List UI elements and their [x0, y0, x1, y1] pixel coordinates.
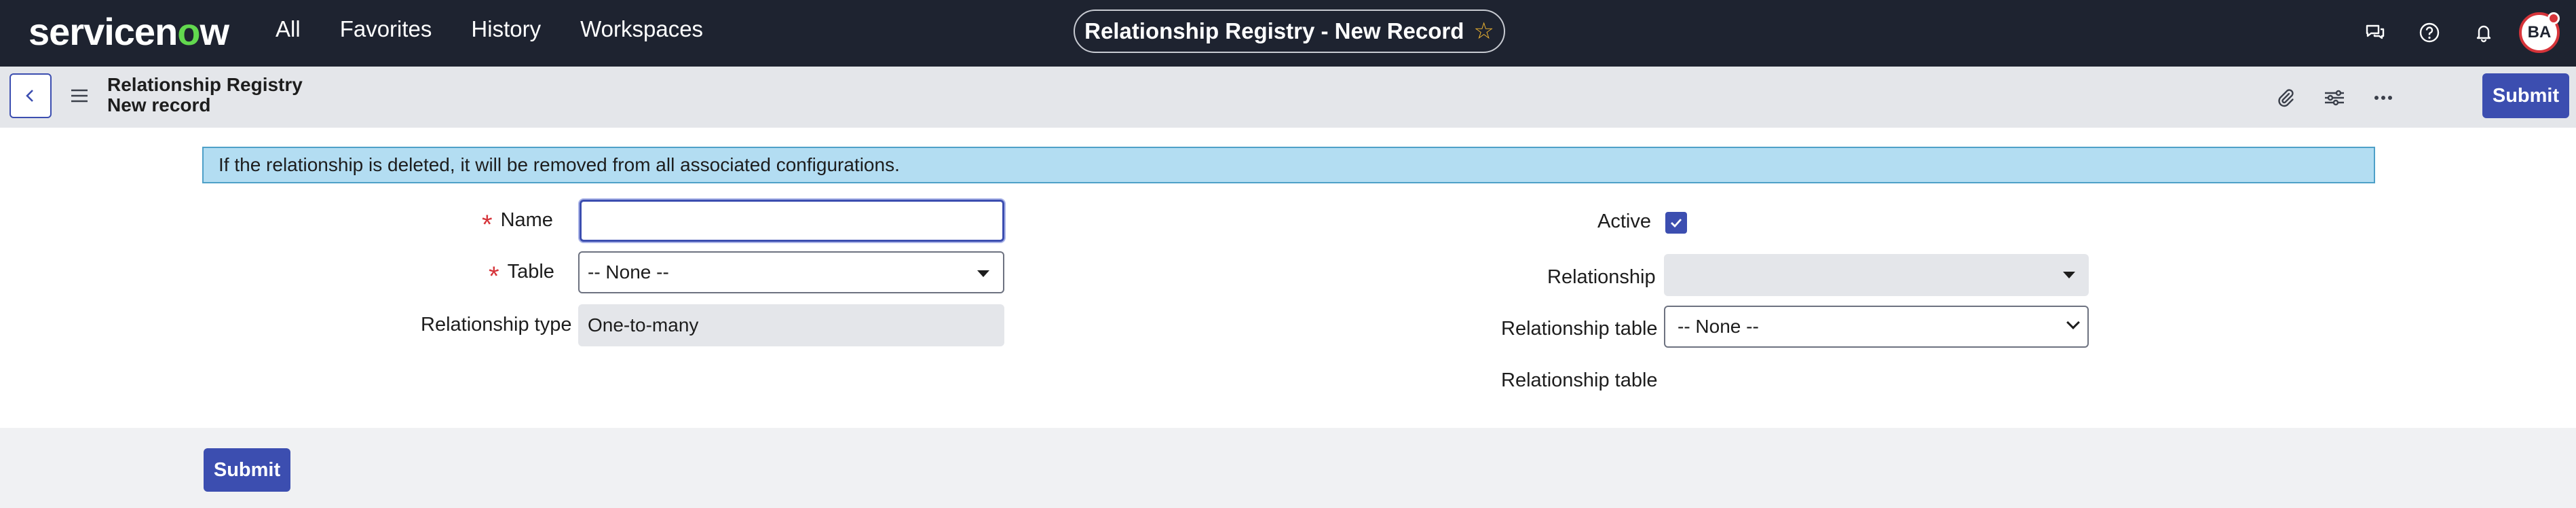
relationship-table-label-row: Relationship table [1501, 318, 1658, 340]
help-icon[interactable] [2410, 14, 2448, 52]
relationship-type-label: Relationship type [421, 314, 572, 335]
attachment-icon[interactable] [2269, 81, 2302, 114]
favorite-star-icon[interactable]: ☆ [1473, 18, 1494, 45]
record-title-pill[interactable]: Relationship Registry - New Record ☆ [1074, 10, 1505, 53]
relationship-select[interactable] [1664, 254, 2089, 296]
bell-icon[interactable] [2465, 14, 2503, 52]
nav-workspaces[interactable]: Workspaces [580, 16, 703, 42]
caret-down-icon [2063, 272, 2075, 278]
top-icons: BA [2356, 12, 2576, 53]
form-title: Relationship Registry New record [107, 75, 303, 115]
form-header-icons [2253, 81, 2400, 114]
window-title: Relationship Registry - New Record [1084, 18, 1464, 43]
back-button[interactable] [10, 73, 52, 118]
relationship-table-label-row-2: Relationship table [1501, 369, 1658, 392]
relationship-table-select-value: -- None -- [1678, 316, 1759, 337]
user-avatar[interactable]: BA [2519, 12, 2560, 53]
relationship-table-select[interactable]: -- None -- [1664, 306, 2089, 348]
nav-history[interactable]: History [471, 16, 541, 42]
active-label-row: Active [1597, 211, 1651, 233]
header-submit-button[interactable]: Submit [2482, 73, 2569, 118]
active-label: Active [1597, 211, 1651, 232]
relationship-type-label-row: Relationship type [421, 314, 571, 336]
required-asterisk-icon: * [489, 261, 499, 291]
presence-dot [2547, 12, 2560, 24]
relationship-type-value: One-to-many [588, 314, 699, 335]
chevron-down-icon [2066, 316, 2080, 329]
required-asterisk-icon: * [482, 209, 493, 240]
more-icon[interactable] [2367, 81, 2400, 114]
table-label-row: * Table [489, 261, 554, 291]
record-form: If the relationship is deleted, it will … [0, 128, 2576, 428]
footer-submit-button[interactable]: Submit [204, 448, 290, 492]
form-header: Relationship Registry New record Submit [0, 67, 2576, 128]
menu-icon[interactable] [69, 87, 90, 105]
relationship-label-row: Relationship [1547, 266, 1656, 289]
relationship-label: Relationship [1547, 266, 1656, 288]
active-checkbox[interactable] [1665, 212, 1687, 234]
table-select-value: -- None -- [588, 261, 669, 283]
nav-favorites[interactable]: Favorites [340, 16, 432, 42]
checkmark-icon [1671, 219, 1682, 228]
table-label: Table [507, 261, 554, 283]
servicenow-logo[interactable]: servicenow [29, 10, 229, 54]
name-input[interactable] [580, 200, 1004, 242]
form-title-table: Relationship Registry [107, 74, 303, 95]
relationship-table-label-2: Relationship table [1501, 369, 1658, 391]
nav-links: All Favorites History Workspaces [276, 16, 742, 42]
settings-sliders-icon[interactable] [2318, 81, 2351, 114]
table-select[interactable]: -- None -- [578, 251, 1004, 293]
chevron-left-icon [26, 90, 33, 102]
relationship-type-field: One-to-many [578, 304, 1004, 346]
name-label: Name [500, 209, 553, 231]
nav-all[interactable]: All [276, 16, 301, 42]
name-label-row: * Name [482, 209, 553, 240]
relationship-table-label: Relationship table [1501, 318, 1658, 340]
info-banner: If the relationship is deleted, it will … [202, 147, 2375, 183]
form-footer: Submit [0, 428, 2576, 508]
caret-down-icon [977, 270, 989, 277]
top-navigation-bar: servicenow All Favorites History Workspa… [0, 0, 2576, 67]
chat-icon[interactable] [2356, 14, 2394, 52]
form-title-record: New record [107, 94, 211, 115]
